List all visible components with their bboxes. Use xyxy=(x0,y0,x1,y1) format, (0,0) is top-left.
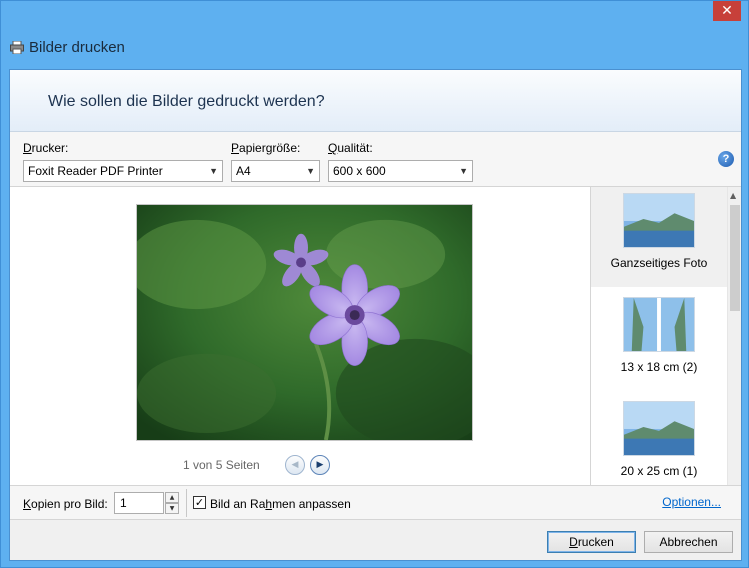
layout-item-13x18[interactable]: 13 x 18 cm (2) xyxy=(591,291,727,391)
landscape-thumbnail xyxy=(623,401,695,456)
paper-size-label: Papiergröße: xyxy=(231,141,301,155)
next-page-button[interactable]: ▶ xyxy=(310,455,330,475)
copies-input[interactable]: 1 xyxy=(114,492,164,514)
fit-to-frame-label[interactable]: Bild an Rahmen anpassen xyxy=(210,497,351,511)
print-pictures-window: ✕ Bilder drucken Wie sollen die Bilder g… xyxy=(0,0,749,568)
help-icon[interactable]: ? xyxy=(718,151,734,167)
dialog-footer: Drucken Abbrechen xyxy=(10,520,741,560)
close-button[interactable]: ✕ xyxy=(713,1,741,21)
print-button[interactable]: Drucken xyxy=(547,531,636,553)
quality-label: Qualität: xyxy=(328,141,373,155)
scroll-up-icon[interactable]: ▲ xyxy=(730,191,736,200)
copies-bar: Kopien pro Bild: 1 ▲ ▼ ✓ Bild an Rahmen … xyxy=(10,485,741,520)
window-title: Bilder drucken xyxy=(29,39,125,56)
printer-select[interactable]: Foxit Reader PDF Printer ▼ xyxy=(23,160,223,182)
header-band: Wie sollen die Bilder gedruckt werden? xyxy=(10,70,741,132)
page-title: Wie sollen die Bilder gedruckt werden? xyxy=(48,93,325,110)
previous-page-button[interactable]: ◀ xyxy=(285,455,305,475)
fit-to-frame-checkbox[interactable]: ✓ xyxy=(193,496,206,509)
chevron-down-icon: ▼ xyxy=(459,166,468,176)
paper-size-value: A4 xyxy=(236,164,251,178)
quality-value: 600 x 600 xyxy=(333,164,386,178)
photo-preview-image xyxy=(136,204,473,441)
stepper-up-icon[interactable]: ▲ xyxy=(165,492,179,503)
printer-select-value: Foxit Reader PDF Printer xyxy=(28,164,163,178)
quality-select[interactable]: 600 x 600 ▼ xyxy=(328,160,473,182)
dialog-client-area: Wie sollen die Bilder gedruckt werden? D… xyxy=(9,69,742,561)
print-options-bar: Drucker: Foxit Reader PDF Printer ▼ Papi… xyxy=(10,132,741,187)
checkmark-icon: ✓ xyxy=(194,496,205,509)
options-link[interactable]: Optionen... xyxy=(662,495,721,509)
layout-item-20x25[interactable]: 20 x 25 cm (1) xyxy=(591,395,727,485)
landscape-thumbnail xyxy=(623,193,695,248)
copies-label: Kopien pro Bild: xyxy=(23,497,108,511)
layout-caption: 20 x 25 cm (1) xyxy=(620,464,698,478)
chevron-left-icon: ◀ xyxy=(291,460,299,470)
scroll-thumb[interactable] xyxy=(730,205,740,311)
layout-caption: Ganzseitiges Foto xyxy=(610,256,708,270)
stepper-down-icon[interactable]: ▼ xyxy=(165,503,179,514)
print-preview: 1 von 5 Seiten ◀ ▶ xyxy=(10,187,591,485)
separator xyxy=(186,489,187,517)
chevron-down-icon: ▼ xyxy=(306,166,315,176)
cancel-button[interactable]: Abbrechen xyxy=(644,531,733,553)
layout-scrollbar[interactable]: ▲ xyxy=(727,187,741,485)
two-photo-thumbnail xyxy=(623,297,695,352)
printer-label: Drucker: xyxy=(23,141,69,155)
chevron-right-icon: ▶ xyxy=(316,460,324,470)
title-bar: ✕ Bilder drucken xyxy=(1,1,748,69)
chevron-down-icon: ▼ xyxy=(209,166,218,176)
layout-list: Ganzseitiges Foto 13 x 18 cm (2) 20 x 25… xyxy=(591,187,741,485)
printer-icon xyxy=(10,41,24,54)
copies-stepper[interactable]: ▲ ▼ xyxy=(165,492,179,514)
layout-caption: 13 x 18 cm (2) xyxy=(620,360,698,374)
page-counter: 1 von 5 Seiten xyxy=(183,458,260,472)
paper-size-select[interactable]: A4 ▼ xyxy=(231,160,320,182)
layout-item-full-page[interactable]: Ganzseitiges Foto xyxy=(591,187,727,287)
close-icon: ✕ xyxy=(721,3,733,19)
